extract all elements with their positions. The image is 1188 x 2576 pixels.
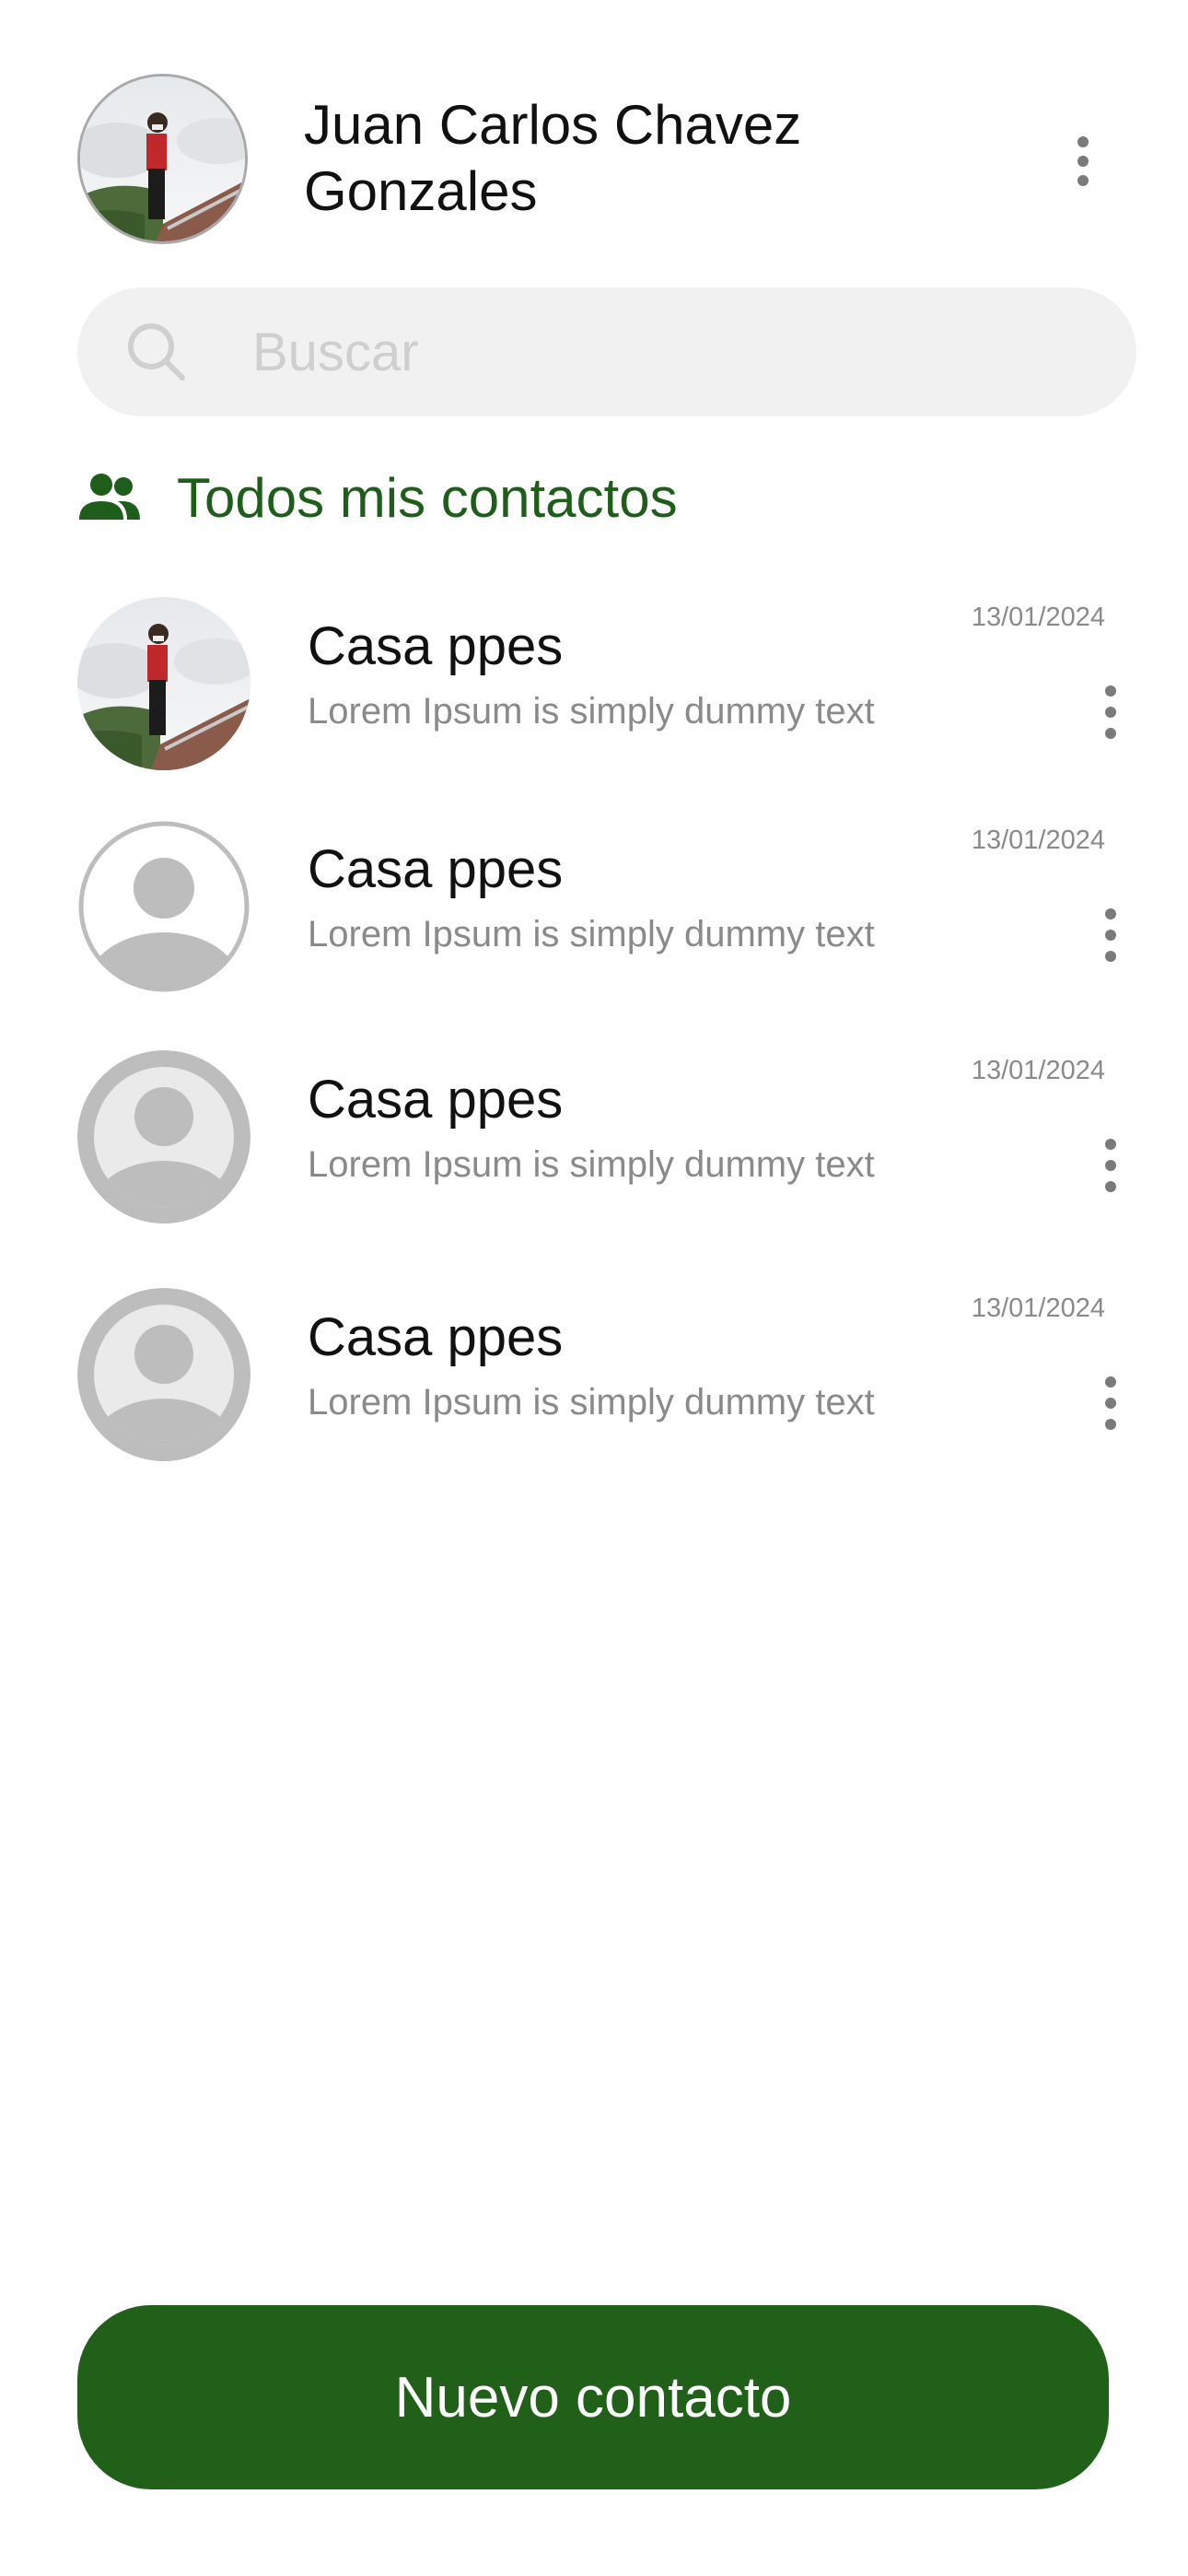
more-vertical-icon[interactable] [1055, 129, 1111, 193]
new-contact-button[interactable]: Nuevo contacto [77, 2305, 1109, 2489]
search-icon [125, 321, 188, 383]
people-icon [77, 472, 142, 523]
contact-preview: Lorem Ipsum is simply dummy text [308, 1382, 875, 1423]
contact-avatar [77, 1050, 250, 1224]
contact-avatar [77, 1288, 250, 1461]
default-avatar-icon [77, 1288, 250, 1461]
more-vertical-icon[interactable] [1094, 1371, 1127, 1435]
more-vertical-icon[interactable] [1094, 1133, 1127, 1198]
default-avatar-icon [78, 821, 250, 992]
contact-preview: Lorem Ipsum is simply dummy text [308, 914, 875, 954]
contact-preview: Lorem Ipsum is simply dummy text [308, 1144, 875, 1185]
more-vertical-icon[interactable] [1094, 680, 1127, 744]
contact-avatar [77, 820, 250, 993]
contact-preview: Lorem Ipsum is simply dummy text [308, 691, 875, 732]
contact-list-item[interactable]: Casa ppes Lorem Ipsum is simply dummy te… [77, 597, 1127, 770]
contact-avatar [77, 597, 250, 770]
section-header: Todos mis contactos [77, 461, 678, 534]
user-name: Juan Carlos Chavez Gonzales [304, 94, 802, 222]
user-avatar[interactable] [77, 74, 248, 244]
contact-date: 13/01/2024 [971, 603, 1105, 632]
contact-list-item[interactable]: Casa ppes Lorem Ipsum is simply dummy te… [77, 1050, 1127, 1224]
default-avatar-icon [77, 1050, 250, 1224]
contact-photo [77, 597, 250, 770]
contact-list-item[interactable]: Casa ppes Lorem Ipsum is simply dummy te… [77, 1288, 1127, 1461]
contact-list-item[interactable]: Casa ppes Lorem Ipsum is simply dummy te… [77, 820, 1127, 993]
contact-name: Casa ppes [308, 1070, 564, 1130]
contact-date: 13/01/2024 [971, 1294, 1105, 1323]
contact-name: Casa ppes [308, 1307, 564, 1367]
contact-date: 13/01/2024 [971, 1056, 1105, 1085]
section-title: Todos mis contactos [177, 466, 678, 529]
profile-header: Juan Carlos Chavez Gonzales [77, 74, 1111, 244]
contact-name: Casa ppes [308, 616, 564, 676]
contact-name: Casa ppes [308, 839, 564, 899]
user-photo [80, 76, 245, 241]
search-input[interactable] [252, 315, 1081, 389]
search-bar[interactable] [77, 287, 1136, 416]
more-vertical-icon[interactable] [1094, 903, 1127, 967]
contact-date: 13/01/2024 [971, 825, 1105, 855]
contacts-screen: Juan Carlos Chavez Gonzales Buscar Todos… [0, 0, 1188, 2576]
